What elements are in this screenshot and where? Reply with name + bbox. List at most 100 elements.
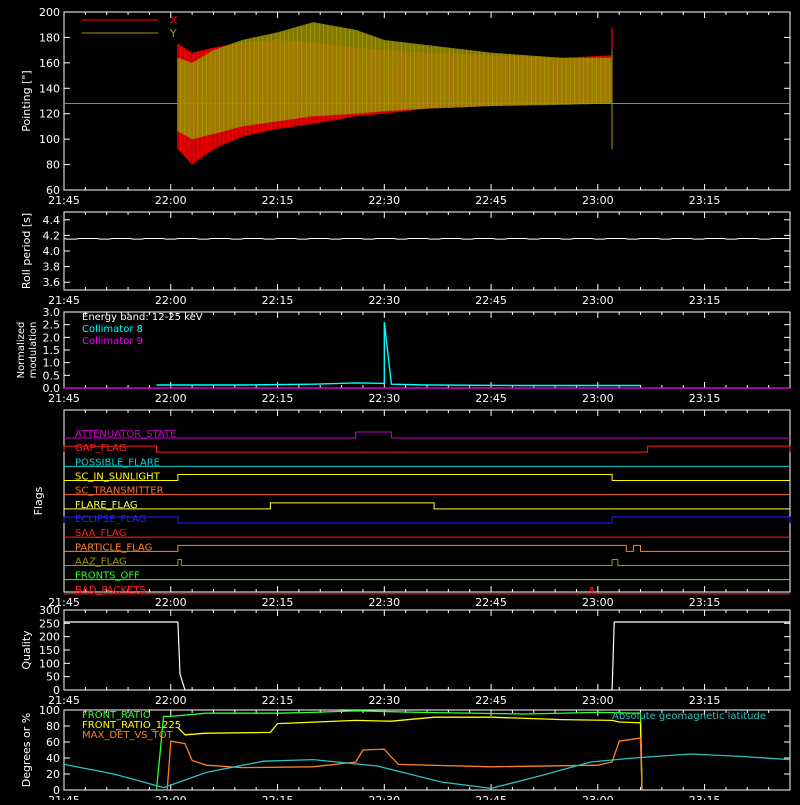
time-tick-label: 22:30 <box>368 194 400 207</box>
time-tick-label: 22:15 <box>262 294 294 307</box>
time-tick-label: 22:30 <box>368 294 400 307</box>
time-tick-label: 23:15 <box>689 194 721 207</box>
time-tick-label: 23:15 <box>689 294 721 307</box>
y-tick-label: 0 <box>53 684 60 697</box>
y-tick-label: 80 <box>46 720 60 733</box>
flag-line-gap-flag <box>63 445 791 453</box>
y-tick-label: 50 <box>46 671 60 684</box>
y-tick-label: 140 <box>39 82 60 95</box>
data-layer <box>63 19 791 791</box>
y-tick-label: 200 <box>39 6 60 19</box>
legend-label-max-det-vs-tot: MAX_DET_VS_TOT <box>82 730 174 741</box>
y-tick-label: 120 <box>39 108 60 121</box>
flag-label-saa-flag: SAA_FLAG <box>75 528 126 539</box>
telemetry-plot-stack: 21:45 22:00 22:15 22:30 22:45 23:00 23:15 60 80 1… <box>0 0 800 805</box>
time-tick-label: 23:00 <box>582 392 614 405</box>
legend-label-y: Y <box>169 27 177 40</box>
y-tick-label: 3.0 <box>43 306 61 319</box>
y-axis-label: Flags <box>32 486 45 515</box>
y-tick-label: 0.5 <box>43 369 61 382</box>
time-tick-label: 22:00 <box>155 194 187 207</box>
time-tick-label: 22:45 <box>475 294 507 307</box>
y-tick-label: 60 <box>46 736 60 749</box>
quality-line <box>64 621 790 691</box>
time-tick-label: 22:45 <box>475 596 507 609</box>
flag-label-fronts-off: FRONTS_OFF <box>75 571 140 582</box>
series-front-ratio <box>155 710 643 791</box>
y-axis-label: Pointing ["] <box>20 70 33 131</box>
time-tick-label: 23:00 <box>582 794 614 800</box>
series-y-envelope <box>177 22 612 140</box>
y-tick-label: 100 <box>39 133 60 146</box>
y-tick-label: 200 <box>39 631 60 644</box>
time-tick-label: 23:15 <box>689 392 721 405</box>
legend-label-geomagnetic-latitude: Absolute geomagnetic latitude <box>612 711 766 722</box>
y-tick-label: 3.8 <box>43 261 61 274</box>
series-front-ratio-1225 <box>177 716 643 791</box>
flag-label-aaz-flag: AAZ_FLAG <box>75 557 127 568</box>
y-axis-label: Degrees or % <box>20 713 33 787</box>
time-tick-label: 22:45 <box>475 392 507 405</box>
plot-canvas: 21:45 22:00 22:15 22:30 22:45 23:00 23:1560801… <box>16 6 791 805</box>
flag-line-flare-flag <box>64 502 790 510</box>
y-tick-label: 0.0 <box>43 382 61 395</box>
time-tick-label: 22:15 <box>262 596 294 609</box>
y-tick-label: 4.4 <box>43 214 61 227</box>
text-layer: 21:45 22:00 22:15 22:30 22:45 23:00 23:1560801… <box>16 6 766 805</box>
flag-label-eclipse-flag: ECLIPSE_FLAG <box>75 514 146 525</box>
y-tick-label: 180 <box>39 31 60 44</box>
flag-label-sc-in-sunlight: SC_IN_SUNLIGHT <box>75 472 161 483</box>
y-tick-label: 100 <box>39 704 60 717</box>
y-tick-label: 250 <box>39 617 60 630</box>
series-absolute-geomagnetic-latitude <box>63 753 791 790</box>
time-tick-label: 22:45 <box>475 794 507 800</box>
flag-label-particle-flag: PARTICLE_FLAG <box>75 542 152 553</box>
y-tick-label: 300 <box>39 604 60 617</box>
flag-label-possible-flare: POSSIBLE_FLARE <box>75 457 160 468</box>
y-tick-label: 40 <box>46 752 60 765</box>
y-tick-label: 2.0 <box>43 331 61 344</box>
time-tick-label: 22:45 <box>475 694 507 707</box>
y-tick-label: 150 <box>39 644 60 657</box>
flag-line-sc-in-sunlight <box>64 474 790 481</box>
y-tick-label: 80 <box>46 159 60 172</box>
y-tick-label: 160 <box>39 57 60 70</box>
energy-band-annotation: Energy band: 12-25 keV <box>82 312 203 323</box>
y-tick-label: 1.0 <box>43 357 61 370</box>
time-tick-label: 22:00 <box>155 694 187 707</box>
flag-line-aaz-flag <box>64 559 790 566</box>
time-tick-label: 22:45 <box>475 194 507 207</box>
roll-period-line <box>63 238 790 240</box>
series-y-pointing <box>177 22 612 140</box>
time-tick-label: 23:15 <box>689 694 721 707</box>
y-tick-label: 100 <box>39 657 60 670</box>
y-tick-label: 0 <box>53 784 60 797</box>
time-tick-label: 23:00 <box>582 596 614 609</box>
flag-line-particle-flag <box>64 544 790 552</box>
panel-frame-1 <box>63 211 791 291</box>
y-tick-label: 4.2 <box>43 229 61 242</box>
y-tick-label: 60 <box>46 184 60 197</box>
y-tick-label: 4.0 <box>43 245 61 258</box>
time-tick-label: 22:15 <box>262 794 294 800</box>
time-tick-label: 22:30 <box>368 596 400 609</box>
legend-label-x: X <box>170 14 178 27</box>
flag-label-sc-transmitter: SC_TRANSMITTER <box>75 486 164 497</box>
y-axis-label: Normalized <box>16 322 27 379</box>
time-tick-label: 23:00 <box>582 194 614 207</box>
y-axis-label: Quality <box>20 630 33 670</box>
y-tick-label: 2.5 <box>43 319 61 332</box>
time-tick-label: 23:00 <box>582 294 614 307</box>
time-tick-label: 23:15 <box>689 596 721 609</box>
flag-line-eclipse-flag <box>63 516 791 524</box>
legend-label-collimator-8: Collimator 8 <box>82 324 143 335</box>
legend-label-collimator-9: Collimator 9 <box>82 336 143 347</box>
y-axis-label: modulation <box>28 322 39 379</box>
collimator-8-line <box>156 322 641 387</box>
time-tick-label: 22:00 <box>155 596 187 609</box>
time-tick-label: 22:30 <box>368 694 400 707</box>
flag-label-flare-flag: FLARE_FLAG <box>75 500 138 511</box>
time-tick-label: 22:00 <box>155 392 187 405</box>
flag-label-attenuator-state: ATTENUATOR_STATE <box>75 429 176 440</box>
y-axis-label: Roll period [s] <box>20 213 33 289</box>
